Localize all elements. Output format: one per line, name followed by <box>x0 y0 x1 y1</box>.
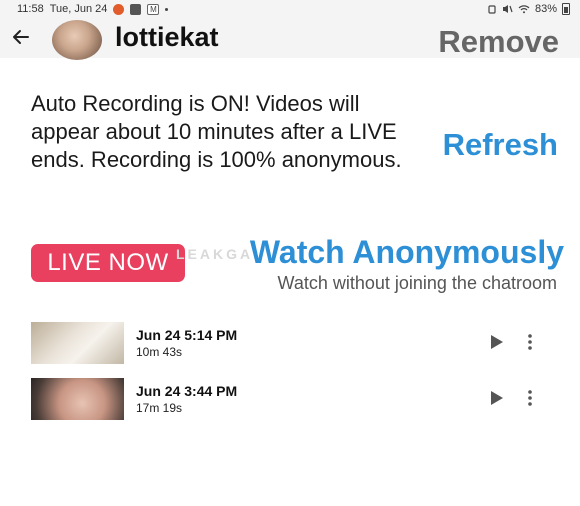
recording-date: Jun 24 3:44 PM <box>136 383 238 399</box>
recording-item[interactable]: Jun 24 3:44 PM 17m 19s <box>31 378 571 420</box>
refresh-button[interactable]: Refresh <box>443 127 558 163</box>
battery-percent: 83% <box>534 3 557 15</box>
recording-item[interactable]: Jun 24 5:14 PM 10m 43s <box>31 322 571 364</box>
top-app-bar: lottiekat Remove <box>0 18 580 60</box>
app-notification-icon <box>130 3 142 15</box>
back-arrow-icon[interactable] <box>11 27 31 47</box>
wifi-icon <box>518 5 530 14</box>
recording-thumbnail[interactable] <box>31 378 124 420</box>
status-time: 11:58 <box>17 3 44 15</box>
avatar <box>52 20 102 60</box>
recording-date: Jun 24 5:14 PM <box>136 327 238 343</box>
recording-thumbnail[interactable] <box>31 322 124 364</box>
more-options-icon[interactable] <box>527 388 533 408</box>
remove-button[interactable]: Remove <box>438 24 559 60</box>
app-notification-icon <box>113 3 125 15</box>
recording-duration: 10m 43s <box>136 345 183 359</box>
alarm-icon <box>488 5 496 14</box>
watch-anonymously-subtitle: Watch without joining the chatroom <box>277 273 557 293</box>
play-icon[interactable] <box>490 390 504 406</box>
auto-recording-notice: Auto Recording is ON! Videos will appear… <box>31 91 402 172</box>
profile-username: lottiekat <box>115 22 219 52</box>
more-notifications-icon <box>165 7 169 11</box>
status-left: 11:58 Tue, Jun 24 M <box>17 3 169 15</box>
live-now-button[interactable]: LIVE NOW <box>31 244 185 282</box>
recording-duration: 17m 19s <box>136 401 183 415</box>
status-date: Tue, Jun 24 <box>49 3 108 15</box>
watermark: LEAKGA <box>176 246 254 262</box>
battery-icon <box>562 3 570 15</box>
status-right: 83% <box>487 3 570 15</box>
more-options-icon[interactable] <box>527 332 533 352</box>
watch-anonymously-button[interactable]: Watch Anonymously <box>250 234 564 271</box>
mute-icon <box>502 5 513 13</box>
status-bar: 11:58 Tue, Jun 24 M 83% <box>0 0 580 18</box>
play-icon[interactable] <box>490 334 504 350</box>
gmail-icon: M <box>147 3 160 15</box>
